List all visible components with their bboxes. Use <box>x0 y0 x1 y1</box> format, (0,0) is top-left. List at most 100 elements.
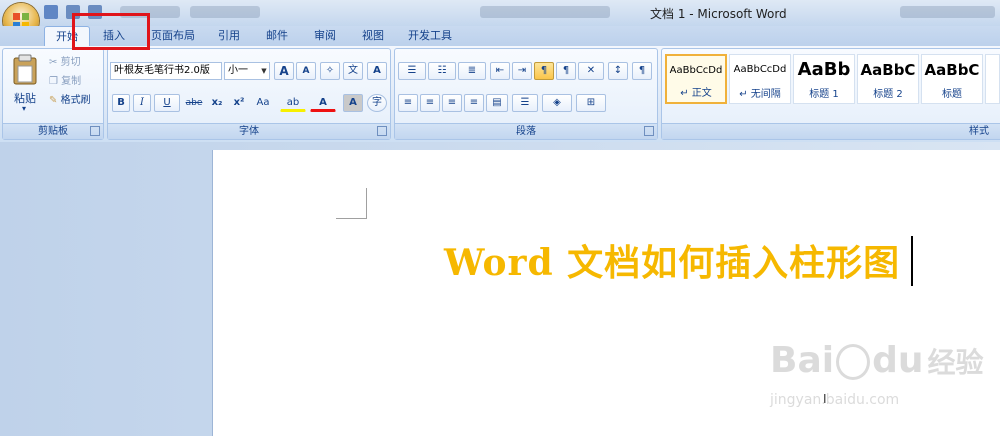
shrink-font-button[interactable]: A <box>296 62 316 80</box>
highlight-color-button[interactable]: ab <box>280 94 306 112</box>
change-case-label: Aa <box>256 97 270 108</box>
watermark-url: jingyan.baidu.com <box>770 392 900 408</box>
chevron-down-icon: ▾ <box>22 104 27 113</box>
italic-button[interactable]: I <box>133 94 151 112</box>
sort-icon[interactable]: ↕ <box>608 62 628 80</box>
watermark-brand: Bai <box>770 340 835 381</box>
highlight-label: ab <box>286 97 300 108</box>
style-no-spacing[interactable]: AaBbCcDd ↵ 无间隔 <box>729 54 791 104</box>
superscript-button[interactable]: x² <box>229 94 249 112</box>
bullets-icon[interactable]: ☰ <box>398 62 426 80</box>
grow-font-button[interactable]: A <box>274 62 294 80</box>
bold-label: B <box>117 97 125 108</box>
tab-view[interactable]: 视图 <box>356 26 390 46</box>
underline-label: U <box>163 97 171 108</box>
underline-button[interactable]: U <box>154 94 180 112</box>
paste-button[interactable]: 粘贴 ▾ <box>8 52 44 122</box>
style-sample: AaBbC <box>924 61 980 79</box>
decrease-indent-icon[interactable]: ⇤ <box>490 62 510 80</box>
style-name: ↵ 正文 <box>680 88 712 99</box>
subscript-label: x₂ <box>211 97 223 108</box>
group-label-clipboard: 剪贴板 <box>3 123 103 139</box>
tab-page-layout[interactable]: 页面布局 <box>145 26 201 46</box>
dialog-launcher-icon[interactable] <box>644 126 654 136</box>
increase-indent-icon[interactable]: ⇥ <box>512 62 532 80</box>
strikethrough-label: abe <box>185 98 203 108</box>
phonetic-guide-icon[interactable]: 文 <box>343 62 363 80</box>
window-title: 文档 1 - Microsoft Word <box>650 7 787 21</box>
paw-icon <box>836 344 871 380</box>
shading-icon[interactable]: ◈ <box>542 94 572 112</box>
font-size-select[interactable]: 小一 ▼ <box>224 62 270 80</box>
style-heading-1[interactable]: AaBb 标题 1 <box>793 54 855 104</box>
font-color-button[interactable]: A <box>310 94 336 112</box>
grow-font-label: A <box>279 64 289 78</box>
tab-developer[interactable]: 开发工具 <box>404 26 456 46</box>
align-right-icon[interactable]: ≡ <box>442 94 462 112</box>
clear-format-icon[interactable]: ✧ <box>320 62 340 80</box>
style-sample: AaBbCcDd <box>669 65 723 76</box>
align-left-icon[interactable]: ≡ <box>398 94 418 112</box>
enclose-characters-label: 字 <box>372 97 382 108</box>
copy-label: 复制 <box>61 76 82 87</box>
style-name: ↵ 无间隔 <box>739 89 781 100</box>
format-painter-label: 格式刷 <box>60 95 91 106</box>
annotation-highlight-box <box>72 13 150 50</box>
baidu-watermark-logo: Bai du 经验 <box>770 340 984 381</box>
chinese-layout-icon[interactable]: ✕ <box>578 62 604 80</box>
font-family-value: 叶根友毛笔行书2.0版 <box>114 65 210 76</box>
tab-references[interactable]: 引用 <box>212 26 246 46</box>
show-marks-icon[interactable]: ¶ <box>632 62 652 80</box>
justify-icon[interactable]: ≡ <box>464 94 484 112</box>
character-shading-button[interactable]: A <box>343 94 363 112</box>
dialog-launcher-icon[interactable] <box>377 126 387 136</box>
superscript-label: x² <box>233 97 245 108</box>
style-more-partial[interactable] <box>985 54 1000 104</box>
scissors-icon: ✂ <box>49 57 58 68</box>
document-text[interactable]: Word 文档如何插入柱形图 <box>444 234 900 286</box>
cut-label: 剪切 <box>60 57 81 68</box>
change-case-button[interactable]: Aa <box>251 94 275 112</box>
tab-review[interactable]: 审阅 <box>308 26 342 46</box>
margin-corner-mark <box>336 188 367 219</box>
copy-icon: ❐ <box>49 76 58 87</box>
numbering-icon[interactable]: ☷ <box>428 62 456 80</box>
group-label-font: 字体 <box>108 123 390 139</box>
distributed-icon[interactable]: ▤ <box>486 94 508 112</box>
shrink-font-label: A <box>302 66 310 76</box>
copy-button[interactable]: ❐ 复制 <box>48 73 92 91</box>
strikethrough-button[interactable]: abe <box>183 94 205 112</box>
enclose-characters-button[interactable]: 字 <box>367 94 387 112</box>
borders-icon[interactable]: ⊞ <box>576 94 606 112</box>
style-sample: AaBb <box>797 59 851 80</box>
tab-mailings[interactable]: 邮件 <box>260 26 294 46</box>
rtl-direction-icon[interactable]: ¶ <box>556 62 576 80</box>
style-heading-2[interactable]: AaBbC 标题 2 <box>857 54 919 104</box>
character-border-icon[interactable]: A <box>367 62 387 80</box>
format-painter-button[interactable]: ✎ 格式刷 <box>48 92 100 110</box>
group-label-paragraph: 段落 <box>395 123 657 139</box>
style-name: 标题 <box>942 89 962 100</box>
cut-button[interactable]: ✂ 剪切 <box>48 54 92 72</box>
save-icon[interactable] <box>44 5 58 19</box>
font-family-select[interactable]: 叶根友毛笔行书2.0版 <box>110 62 222 80</box>
style-name: 标题 1 <box>809 89 839 100</box>
style-sample: AaBbCcDd <box>733 64 787 75</box>
dialog-launcher-icon[interactable] <box>90 126 100 136</box>
blurred-text <box>900 6 995 18</box>
character-shading-label: A <box>349 97 357 108</box>
watermark-brand-2: du <box>872 340 924 381</box>
line-spacing-icon[interactable]: ☰ <box>512 94 538 112</box>
style-normal[interactable]: AaBbCcDd ↵ 正文 <box>665 54 727 104</box>
multilevel-list-icon[interactable]: ≣ <box>458 62 486 80</box>
clipboard-icon <box>13 54 37 85</box>
italic-label: I <box>140 97 144 108</box>
style-title[interactable]: AaBbC 标题 <box>921 54 983 104</box>
font-color-label: A <box>319 97 327 108</box>
subscript-button[interactable]: x₂ <box>207 94 227 112</box>
bold-button[interactable]: B <box>112 94 130 112</box>
ltr-direction-icon[interactable]: ¶ <box>534 62 554 80</box>
align-center-icon[interactable]: ≡ <box>420 94 440 112</box>
chevron-down-icon: ▼ <box>261 67 267 75</box>
blurred-text <box>190 6 260 18</box>
